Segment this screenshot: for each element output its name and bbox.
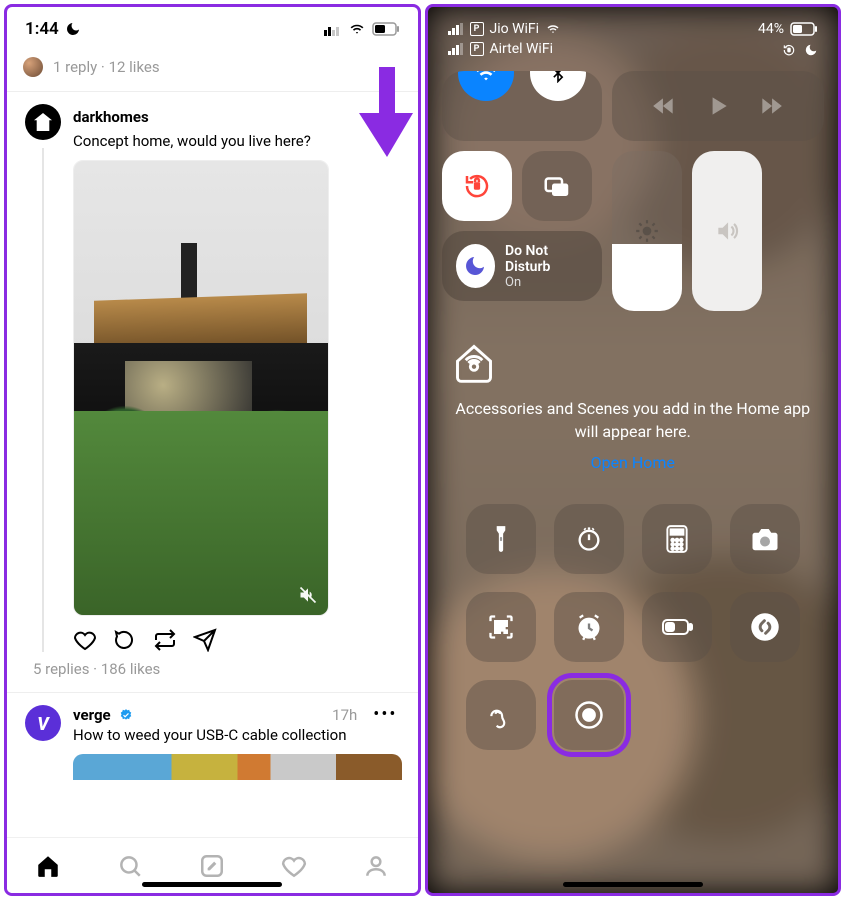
focus-state: On — [505, 275, 588, 290]
moon-icon — [456, 244, 496, 288]
dnd-moon-icon — [804, 43, 818, 57]
author-username[interactable]: darkhomes — [73, 108, 149, 126]
verified-badge-icon — [119, 708, 133, 722]
dnd-moon-icon — [65, 21, 81, 37]
brightness-slider[interactable] — [612, 151, 682, 311]
status-bar: P Jio WiFi P Airtel WiFi 44% — [442, 7, 825, 65]
like-button[interactable] — [73, 628, 97, 652]
status-bar: 1:44 — [7, 7, 418, 51]
calculator-button[interactable] — [642, 504, 712, 574]
post-image[interactable] — [73, 754, 402, 780]
post-menu-button[interactable]: ••• — [369, 700, 401, 729]
home-indicator[interactable] — [142, 882, 282, 887]
carrier-2: Airtel WiFi — [490, 41, 553, 57]
author-avatar[interactable]: V — [25, 705, 61, 741]
screen-record-button[interactable] — [554, 680, 624, 750]
rotation-lock-toggle[interactable] — [442, 151, 512, 221]
prev-post-engagement-row[interactable]: 1 reply · 12 likes — [7, 51, 418, 91]
tab-bar — [7, 837, 418, 893]
signal-bars-icon — [448, 43, 464, 55]
post-menu-button[interactable]: ••• — [369, 104, 401, 130]
qr-scanner-button[interactable] — [466, 592, 536, 662]
prev-engagement-text: 1 reply · 12 likes — [53, 58, 160, 76]
play-icon[interactable] — [705, 93, 731, 119]
shortcuts-grid — [442, 504, 825, 750]
rotation-lock-status-icon — [782, 43, 796, 57]
carrier-1: Jio WiFi — [490, 21, 540, 37]
battery-percentage: 44% — [758, 21, 784, 37]
hearing-button[interactable] — [466, 680, 536, 750]
post-video[interactable] — [73, 160, 329, 616]
wifi-icon — [348, 22, 366, 36]
battery-icon — [372, 22, 400, 36]
author-username[interactable]: verge — [73, 706, 111, 724]
focus-title: Do Not Disturb — [505, 243, 588, 275]
volume-slider[interactable] — [692, 151, 762, 311]
post[interactable]: V verge 17h ••• How to weed your USB-C — [7, 693, 418, 788]
open-home-link[interactable]: Open Home — [591, 453, 675, 472]
wifi-icon — [545, 23, 561, 35]
timer-button[interactable] — [554, 504, 624, 574]
home-message: Accessories and Scenes you add in the Ho… — [452, 397, 815, 443]
control-center-screenshot: P Jio WiFi P Airtel WiFi 44% — [425, 4, 842, 896]
thread-line — [42, 148, 44, 652]
engagement-row[interactable]: 5 replies · 186 likes — [7, 660, 418, 692]
shazam-button[interactable] — [730, 592, 800, 662]
post-text: How to weed your USB-C cable collection — [73, 726, 402, 744]
dual-sim-icon — [324, 22, 342, 36]
sim-p-icon: P — [470, 22, 484, 36]
screen-mirroring-button[interactable] — [522, 151, 592, 221]
clock-time: 1:44 — [25, 19, 59, 39]
battery-icon — [790, 22, 818, 36]
share-button[interactable] — [193, 628, 217, 652]
alarm-button[interactable] — [554, 592, 624, 662]
home-accessories-panel: Accessories and Scenes you add in the Ho… — [442, 341, 825, 472]
post[interactable]: darkhomes ••• Concept home, would you li… — [7, 92, 418, 660]
avatar-thumbnail — [23, 57, 43, 77]
wifi-toggle[interactable] — [458, 71, 514, 101]
mute-icon[interactable] — [298, 585, 318, 605]
post-text: Concept home, would you live here? — [73, 132, 402, 150]
rewind-icon[interactable] — [651, 93, 677, 119]
post-timestamp: 17h — [332, 706, 357, 724]
bluetooth-toggle[interactable] — [530, 71, 586, 101]
focus-toggle[interactable]: Do Not Disturb On — [442, 231, 602, 301]
author-avatar[interactable] — [25, 104, 61, 140]
sim-p-icon: P — [470, 42, 484, 56]
action-row — [73, 628, 402, 652]
now-playing-tile[interactable] — [612, 71, 825, 141]
home-icon — [452, 341, 815, 385]
tab-home[interactable] — [7, 838, 89, 893]
home-indicator[interactable] — [563, 882, 703, 887]
engagement-text: 5 replies · 186 likes — [33, 660, 160, 678]
flashlight-button[interactable] — [466, 504, 536, 574]
low-power-mode-button[interactable] — [642, 592, 712, 662]
signal-bars-icon — [448, 23, 464, 35]
forward-icon[interactable] — [758, 93, 784, 119]
camera-button[interactable] — [730, 504, 800, 574]
comment-button[interactable] — [113, 628, 137, 652]
threads-app-screenshot: 1:44 1 reply · 12 likes — [4, 4, 421, 896]
tab-profile[interactable] — [335, 838, 417, 893]
connectivity-row-peek — [442, 71, 825, 141]
repost-button[interactable] — [153, 628, 177, 652]
feed-scroll[interactable]: 1 reply · 12 likes darkhomes ••• Concept… — [7, 51, 418, 837]
